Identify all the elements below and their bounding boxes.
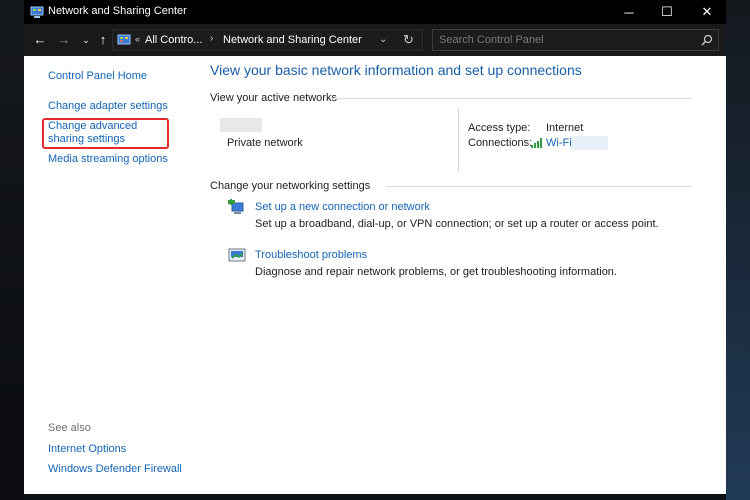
- sidebar-item-control-panel-home[interactable]: Control Panel Home: [48, 70, 147, 83]
- section-divider: [330, 98, 692, 99]
- access-type-label: Access type:: [468, 122, 531, 134]
- address-toolbar: ← → ⌄ ↑ « All Contro... › Network and Sh…: [24, 24, 726, 56]
- window-title: Network and Sharing Center: [48, 5, 187, 17]
- content-area: Control Panel Home Change adapter settin…: [24, 56, 726, 494]
- setup-new-connection-description: Set up a broadband, dial-up, or VPN conn…: [255, 218, 659, 230]
- sidebar-item-change-advanced-sharing-settings[interactable]: Change advanced sharing settings: [48, 120, 170, 146]
- network-category: Private network: [227, 137, 303, 149]
- section-divider: [386, 186, 692, 187]
- troubleshoot-problems-link[interactable]: Troubleshoot problems: [255, 249, 367, 261]
- desktop-background-left: [0, 0, 24, 500]
- see-also-windows-defender-firewall[interactable]: Windows Defender Firewall: [48, 463, 182, 476]
- forward-button[interactable]: →: [56, 32, 72, 48]
- sidebar-item-change-adapter-settings[interactable]: Change adapter settings: [48, 100, 168, 113]
- title-bar: Network and Sharing Center ─ ☐ ✕: [24, 0, 726, 24]
- network-sharing-center-window: Network and Sharing Center ─ ☐ ✕ ← → ⌄ ↑…: [24, 0, 726, 494]
- wifi-signal-icon: [531, 138, 542, 148]
- recent-locations-button[interactable]: ⌄: [78, 32, 94, 48]
- up-button[interactable]: ↑: [95, 32, 111, 48]
- control-panel-icon: [117, 34, 131, 45]
- maximize-button[interactable]: ☐: [649, 0, 685, 24]
- minimize-button[interactable]: ─: [611, 0, 647, 24]
- breadcrumb-all-control-panel[interactable]: All Contro...: [145, 34, 202, 46]
- access-type-value: Internet: [546, 122, 584, 134]
- network-name-redacted: [220, 118, 262, 132]
- troubleshoot-problems-description: Diagnose and repair network problems, or…: [255, 266, 617, 278]
- refresh-icon[interactable]: ↻: [403, 32, 414, 48]
- setup-new-connection-link[interactable]: Set up a new connection or network: [255, 201, 430, 213]
- close-button[interactable]: ✕: [689, 0, 725, 24]
- desktop-background-right: [726, 0, 750, 500]
- see-also-internet-options[interactable]: Internet Options: [48, 443, 126, 456]
- sidebar-item-media-streaming-options[interactable]: Media streaming options: [48, 153, 168, 166]
- address-bar[interactable]: « All Contro... › Network and Sharing Ce…: [112, 29, 423, 51]
- troubleshoot-icon: [228, 248, 246, 262]
- breadcrumb-separator-icon[interactable]: ›: [210, 33, 213, 44]
- connections-label: Connections:: [468, 137, 533, 149]
- search-icon[interactable]: [701, 34, 713, 46]
- change-settings-heading: Change your networking settings: [210, 180, 371, 192]
- breadcrumb-network-sharing-center[interactable]: Network and Sharing Center: [223, 34, 362, 46]
- page-title: View your basic network information and …: [210, 62, 582, 78]
- see-also-heading: See also: [48, 422, 91, 434]
- wifi-name-redacted: [570, 136, 608, 150]
- hidden-crumbs-icon[interactable]: «: [135, 34, 140, 44]
- address-dropdown-icon[interactable]: ⌄: [379, 34, 387, 45]
- wifi-connection-link[interactable]: Wi-Fi: [546, 137, 572, 149]
- new-connection-icon: [228, 199, 244, 214]
- active-networks-heading: View your active networks: [210, 92, 337, 104]
- network-center-icon: [30, 6, 44, 18]
- search-box[interactable]: [432, 29, 719, 51]
- back-button[interactable]: ←: [32, 32, 48, 48]
- search-input[interactable]: [439, 33, 689, 47]
- network-info-divider: [458, 108, 459, 172]
